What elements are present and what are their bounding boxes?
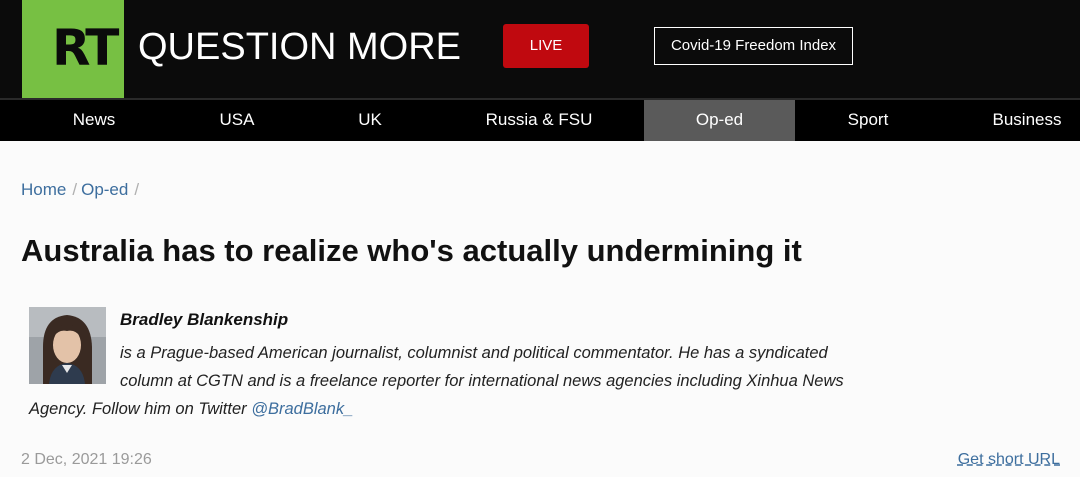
twitter-handle-link[interactable]: @BradBlank_: [251, 400, 353, 418]
article-title: Australia has to realize who's actually …: [21, 233, 802, 268]
covid-freedom-index-button[interactable]: Covid-19 Freedom Index: [654, 27, 853, 65]
breadcrumb-separator: /: [72, 180, 78, 199]
nav-item-sport[interactable]: Sport: [818, 100, 918, 141]
main-nav: News USA UK Russia & FSU Op-ed Sport Bus…: [0, 100, 1080, 141]
publish-date: 2 Dec, 2021 19:26: [21, 451, 152, 468]
author-bio-line: column at CGTN and is a freelance report…: [120, 372, 844, 390]
author-bio-text: Agency. Follow him on Twitter: [29, 400, 252, 418]
nav-item-uk[interactable]: UK: [320, 100, 420, 141]
live-button[interactable]: LIVE: [503, 24, 589, 68]
site-tagline: QUESTION MORE: [138, 26, 462, 68]
breadcrumb-separator: /: [134, 180, 140, 199]
author-name-link[interactable]: Bradley Blankenship: [120, 310, 288, 330]
breadcrumb-op-ed-link[interactable]: Op-ed: [81, 180, 128, 199]
site-header: RT QUESTION MORE LIVE Covid-19 Freedom I…: [0, 0, 1080, 98]
author-bio: is a Prague-based American journalist, c…: [29, 339, 889, 423]
author-bio-line-last: Agency. Follow him on Twitter @BradBlank…: [29, 395, 889, 423]
logo-text: RT: [52, 19, 119, 77]
nav-item-usa[interactable]: USA: [187, 100, 287, 141]
get-short-url-link[interactable]: Get short URL: [958, 450, 1060, 470]
nav-item-news[interactable]: News: [44, 100, 144, 141]
rt-logo[interactable]: RT: [22, 0, 124, 98]
nav-item-russia-fsu[interactable]: Russia & FSU: [474, 100, 604, 141]
author-bio-line: is a Prague-based American journalist, c…: [120, 344, 828, 362]
nav-item-business[interactable]: Business: [982, 100, 1072, 141]
nav-item-op-ed[interactable]: Op-ed: [644, 100, 795, 141]
breadcrumb-home-link[interactable]: Home: [21, 180, 66, 199]
breadcrumb: Home / Op-ed /: [21, 180, 143, 200]
